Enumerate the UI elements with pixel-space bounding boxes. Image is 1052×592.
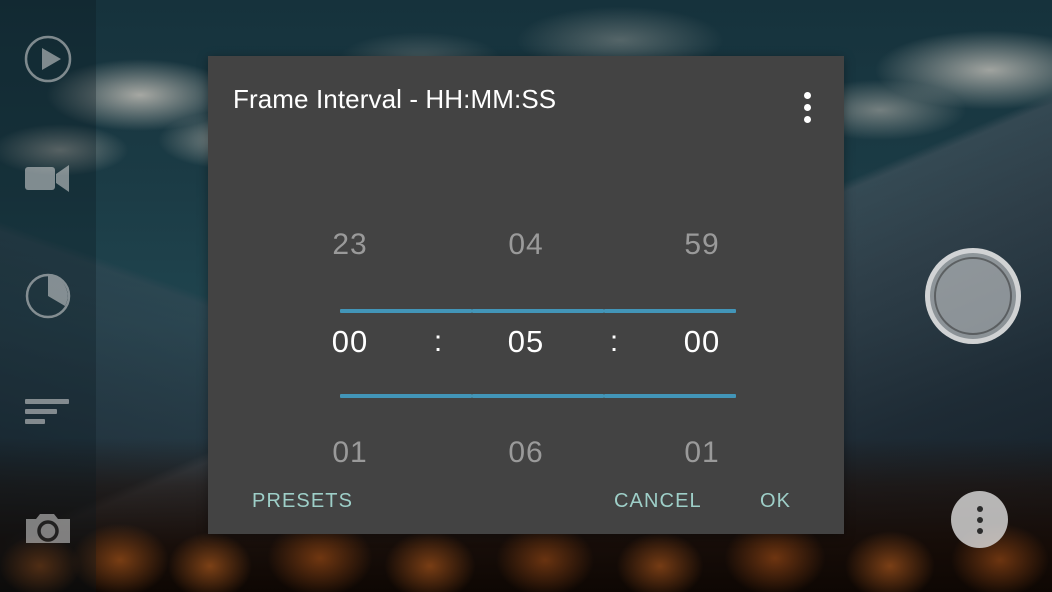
dialog-overflow-menu-icon[interactable] [784,84,830,130]
camera-app-screen: Frame Interval - HH:MM:SS 23 04 59 00: … [0,0,1052,592]
separator-spacer-3 [417,438,459,468]
minutes-above[interactable]: 04 [459,228,593,262]
hours-above[interactable]: 23 [283,228,417,262]
presets-button[interactable]: PRESETS [246,482,359,521]
separator-spacer-2 [593,230,635,260]
seconds-below-value: 01 [684,436,720,469]
hours-rule-top [340,309,472,313]
play-icon[interactable] [20,31,76,87]
seconds-rule-bottom [604,394,736,398]
picker-row-below: 01 06 01 [208,436,844,470]
seconds-above[interactable]: 59 [635,228,769,262]
separator-spacer-4 [593,438,635,468]
camera-icon[interactable] [20,500,76,556]
picker-row-selected: 00 : 05 : 00 [208,324,844,360]
seconds-value: 00 [683,324,721,359]
dialog-actions: PRESETS CANCEL OK [208,468,844,534]
hours-field[interactable]: 00 [283,324,417,360]
hours-above-value: 23 [332,228,368,261]
separator-2: : [609,325,619,358]
minutes-value: 05 [507,324,545,359]
dialog-header: Frame Interval - HH:MM:SS [208,56,844,148]
minutes-below-value: 06 [508,436,544,469]
menu-dot-1 [803,91,811,99]
timer-pie-icon[interactable] [20,268,76,324]
ok-button[interactable]: OK [754,482,797,521]
shutter-button[interactable] [925,248,1021,344]
menu-dot-2 [803,103,811,111]
hours-below-value: 01 [332,436,368,469]
settings-lines-icon[interactable] [20,384,76,440]
fab-dot-3 [976,527,983,534]
separator-1: : [433,325,443,358]
dialog-title: Frame Interval - HH:MM:SS [233,84,557,114]
seconds-rule-top [604,309,736,313]
cancel-button[interactable]: CANCEL [608,482,708,521]
seconds-field[interactable]: 00 [635,324,769,360]
seconds-above-value: 59 [684,228,720,261]
hours-value: 00 [331,324,369,359]
frame-interval-dialog: Frame Interval - HH:MM:SS 23 04 59 00: … [208,56,844,534]
seconds-below[interactable]: 01 [635,436,769,470]
video-camera-icon[interactable] [20,150,76,206]
fab-dot-1 [976,505,983,512]
menu-dot-3 [803,115,811,123]
minutes-rule-top [472,309,604,313]
minutes-field[interactable]: 05 [459,324,593,360]
time-picker: 23 04 59 00 : 05: 00 01 06 01 [208,166,844,476]
fab-dot-2 [976,516,983,523]
minutes-below[interactable]: 06 [459,436,593,470]
separator-spacer-1 [417,230,459,260]
minutes-above-value: 04 [508,228,544,261]
picker-row-above: 23 04 59 [208,228,844,262]
minutes-rule-bottom [472,394,604,398]
more-options-fab[interactable] [951,491,1008,548]
hours-below[interactable]: 01 [283,436,417,470]
hours-rule-bottom [340,394,472,398]
